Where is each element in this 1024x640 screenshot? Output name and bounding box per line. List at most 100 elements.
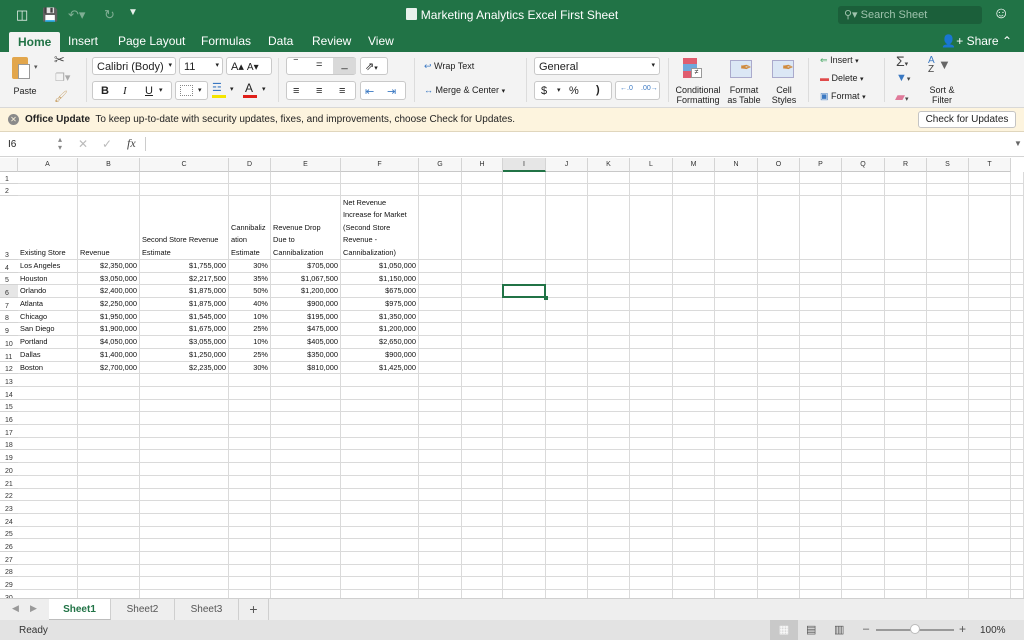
cell-b6[interactable]: $2,400,000 <box>78 285 139 297</box>
conditional-formatting-button[interactable]: ≠ Conditional Formatting <box>674 55 722 105</box>
formula-input[interactable] <box>152 139 1002 153</box>
cell-c8[interactable]: $1,545,000 <box>140 311 228 323</box>
row-header-10[interactable]: 10 <box>0 336 18 349</box>
column-header-j[interactable]: J <box>546 158 588 172</box>
increase-font-size-icon[interactable]: A▴ <box>231 61 244 73</box>
row-header-23[interactable]: 23 <box>0 501 18 514</box>
align-right-icon[interactable]: ≡ <box>339 85 345 97</box>
header-cell-a[interactable]: Existing Store <box>18 247 78 260</box>
column-header-p[interactable]: P <box>800 158 842 172</box>
format-cells-button[interactable]: ▣ Format ▾ <box>820 91 866 102</box>
row-header-26[interactable]: 26 <box>0 539 18 552</box>
normal-view-icon[interactable]: ▦ <box>770 620 798 640</box>
clear-eraser-icon[interactable]: ▰▾ <box>895 89 909 105</box>
cell-c7[interactable]: $1,875,000 <box>140 298 228 310</box>
cell-e11[interactable]: $350,000 <box>271 349 340 361</box>
row-header-27[interactable]: 27 <box>0 552 18 565</box>
cancel-entry-icon[interactable]: ✕ <box>78 137 88 151</box>
copy-icon[interactable]: ❐▾ <box>55 71 70 84</box>
cell-e4[interactable]: $705,000 <box>271 260 340 272</box>
column-header-i[interactable]: I <box>503 158 546 172</box>
sort-filter-button[interactable]: AZ ▼ Sort & Filter <box>922 55 962 106</box>
cell-b4[interactable]: $2,350,000 <box>78 260 139 272</box>
header-cell-c[interactable]: Second Store Revenue Estimate <box>140 234 229 259</box>
row-header-25[interactable]: 25 <box>0 527 18 539</box>
tab-insert[interactable]: Insert <box>68 34 98 48</box>
align-middle-icon[interactable]: = <box>316 59 322 71</box>
merge-center-button[interactable]: ↔ Merge & Center ▾ <box>424 85 505 95</box>
cell-e9[interactable]: $475,000 <box>271 323 340 335</box>
cell-f11[interactable]: $900,000 <box>341 349 418 361</box>
cell-c10[interactable]: $3,055,000 <box>140 336 228 348</box>
cell-c12[interactable]: $2,235,000 <box>140 362 228 374</box>
cell-c11[interactable]: $1,250,000 <box>140 349 228 361</box>
cell-d11[interactable]: 25% <box>229 349 270 361</box>
cell-f6[interactable]: $675,000 <box>341 285 418 297</box>
zoom-in-icon[interactable]: + <box>959 622 966 636</box>
expand-formula-bar-icon[interactable]: ▼ <box>1014 139 1022 148</box>
cell-a4[interactable]: Los Angeles <box>18 260 77 272</box>
delete-cells-button[interactable]: ▬ Delete ▾ <box>820 73 864 83</box>
underline-button[interactable]: U <box>145 85 153 97</box>
column-header-a[interactable]: A <box>18 158 78 172</box>
column-header-s[interactable]: S <box>927 158 969 172</box>
cell-f12[interactable]: $1,425,000 <box>341 362 418 374</box>
cell-f9[interactable]: $1,200,000 <box>341 323 418 335</box>
header-cell-f[interactable]: Net Revenue Increase for Market (Second St… <box>341 197 419 260</box>
row-header-15[interactable]: 15 <box>0 400 18 412</box>
cell-b11[interactable]: $1,400,000 <box>78 349 139 361</box>
row-header-22[interactable]: 22 <box>0 489 18 501</box>
cell-f4[interactable]: $1,050,000 <box>341 260 418 272</box>
name-box-stepper-icon[interactable]: ▴ ▾ <box>58 136 62 152</box>
percent-button[interactable]: % <box>569 85 579 97</box>
tab-page-layout[interactable]: Page Layout <box>118 34 185 48</box>
zoom-out-icon[interactable]: – <box>863 623 869 635</box>
column-header-c[interactable]: C <box>140 158 229 172</box>
column-header-l[interactable]: L <box>630 158 673 172</box>
dismiss-update-icon[interactable]: ✕ <box>8 114 19 125</box>
decrease-font-size-icon[interactable]: A▾ <box>247 62 259 73</box>
header-cell-b[interactable]: Revenue <box>78 247 140 260</box>
cell-e6[interactable]: $1,200,000 <box>271 285 340 297</box>
cell-e5[interactable]: $1,067,500 <box>271 273 340 285</box>
row-header-29[interactable]: 29 <box>0 577 18 590</box>
row-header-14[interactable]: 14 <box>0 387 18 400</box>
cell-e8[interactable]: $195,000 <box>271 311 340 323</box>
select-all-corner[interactable] <box>0 158 18 172</box>
insert-function-icon[interactable]: fx <box>127 136 136 151</box>
cell-d7[interactable]: 40% <box>229 298 270 310</box>
column-header-q[interactable]: Q <box>842 158 885 172</box>
cell-b5[interactable]: $3,050,000 <box>78 273 139 285</box>
column-header-k[interactable]: K <box>588 158 630 172</box>
cell-f7[interactable]: $975,000 <box>341 298 418 310</box>
row-header-7[interactable]: 7 <box>0 298 18 311</box>
increase-decimal-icon[interactable]: ←.0 <box>620 85 633 92</box>
cell-c6[interactable]: $1,875,000 <box>140 285 228 297</box>
format-as-table-button[interactable]: ✒ Format as Table <box>724 55 764 105</box>
row-header-6[interactable]: 6 <box>0 285 18 298</box>
cell-b7[interactable]: $2,250,000 <box>78 298 139 310</box>
cell-f8[interactable]: $1,350,000 <box>341 311 418 323</box>
search-sheet-input[interactable]: ⚲▾ Search Sheet <box>838 6 982 24</box>
confirm-entry-icon[interactable]: ✓ <box>102 137 112 151</box>
row-header-24[interactable]: 24 <box>0 514 18 527</box>
currency-button[interactable]: $ <box>541 85 547 97</box>
wrap-text-button[interactable]: ↩ Wrap Text <box>424 61 474 72</box>
align-left-icon[interactable]: ≡ <box>293 85 299 97</box>
cell-c9[interactable]: $1,675,000 <box>140 323 228 335</box>
row-header-30[interactable]: 30 <box>0 590 18 598</box>
column-header-h[interactable]: H <box>462 158 503 172</box>
cell-a7[interactable]: Atlanta <box>18 298 77 310</box>
row-header-20[interactable]: 20 <box>0 463 18 476</box>
number-format-select[interactable]: General ▾ <box>534 57 660 75</box>
page-layout-view-icon[interactable]: ▤ <box>806 623 816 636</box>
cell-f5[interactable]: $1,150,000 <box>341 273 418 285</box>
share-button[interactable]: 👤+ Share ⌃ <box>941 34 1012 48</box>
row-header-17[interactable]: 17 <box>0 425 18 438</box>
format-painter-icon[interactable]: 🖌 <box>54 90 68 103</box>
row-header-21[interactable]: 21 <box>0 476 18 489</box>
row-header-13[interactable]: 13 <box>0 374 18 387</box>
cell-d10[interactable]: 10% <box>229 336 270 348</box>
cell-a11[interactable]: Dallas <box>18 349 77 361</box>
cell-a8[interactable]: Chicago <box>18 311 77 323</box>
